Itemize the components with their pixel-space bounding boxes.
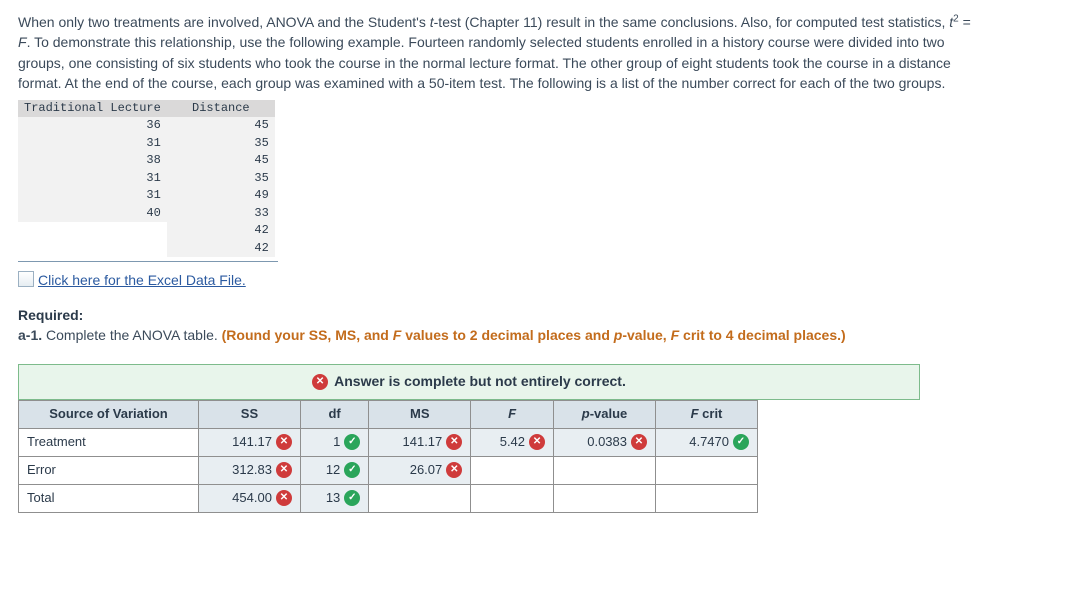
cross-icon: ✕ [276,462,292,478]
cell-value: 312.83 [232,461,272,480]
data-cell: 49 [167,187,275,205]
anova-cell[interactable]: 13✓ [300,484,368,512]
col-f: F [471,400,554,428]
part-instruction: a-1. Complete the ANOVA table. (Round yo… [18,325,1048,345]
col-fcrit: F crit [656,400,758,428]
problem-text: When only two treatments are involved, A… [18,12,978,94]
check-icon: ✓ [733,434,749,450]
empty-cell [369,484,471,512]
col-pvalue: p-value [554,400,656,428]
anova-cell[interactable]: 141.17✕ [198,428,300,456]
col-ss: SS [198,400,300,428]
data-cell: 38 [18,152,167,170]
table-row: Error312.83✕12✓26.07✕ [19,456,758,484]
alert-icon: ✕ [312,374,328,390]
data-cell: 31 [18,170,167,188]
data-cell: 35 [167,135,275,153]
cross-icon: ✕ [529,434,545,450]
cell-value: 12 [326,461,340,480]
data-cell: 45 [167,152,275,170]
check-icon: ✓ [344,462,360,478]
data-cell: 45 [167,117,275,135]
empty-cell [656,484,758,512]
anova-cell[interactable]: 141.17✕ [369,428,471,456]
check-icon: ✓ [344,490,360,506]
data-cell: 35 [167,170,275,188]
empty-cell [471,484,554,512]
check-icon: ✓ [344,434,360,450]
cell-value: 454.00 [232,489,272,508]
cell-value: 5.42 [500,433,525,452]
file-icon [18,271,34,287]
anova-table: Source of Variation SS df MS F p-value F… [18,400,758,513]
data-cell [18,222,167,240]
cell-value: 141.17 [403,433,443,452]
data-header-distance: Distance [167,100,275,118]
anova-cell[interactable]: 454.00✕ [198,484,300,512]
anova-cell[interactable]: 12✓ [300,456,368,484]
data-cell: 31 [18,135,167,153]
anova-cell[interactable]: 5.42✕ [471,428,554,456]
cell-value: 26.07 [410,461,443,480]
cell-value: 1 [333,433,340,452]
anova-cell[interactable]: 312.83✕ [198,456,300,484]
excel-file-link[interactable]: Click here for the Excel Data File. [18,272,246,288]
table-row: Total454.00✕13✓ [19,484,758,512]
empty-cell [554,456,656,484]
anova-cell[interactable]: 1✓ [300,428,368,456]
data-cell: 36 [18,117,167,135]
data-cell: 40 [18,205,167,223]
feedback-text: Answer is complete but not entirely corr… [334,371,626,391]
required-label: Required: [18,305,1048,325]
col-df: df [300,400,368,428]
col-source: Source of Variation [19,400,199,428]
data-cell: 33 [167,205,275,223]
anova-cell[interactable]: 26.07✕ [369,456,471,484]
table-row: Treatment141.17✕1✓141.17✕5.42✕0.0383✕4.7… [19,428,758,456]
data-cell: 42 [167,240,275,258]
cell-value: 4.7470 [689,433,729,452]
data-cell: 31 [18,187,167,205]
data-header-traditional: Traditional Lecture [18,100,167,118]
empty-cell [656,456,758,484]
cross-icon: ✕ [276,434,292,450]
cross-icon: ✕ [446,462,462,478]
col-ms: MS [369,400,471,428]
row-label: Error [19,456,199,484]
data-divider [18,261,278,262]
anova-cell[interactable]: 4.7470✓ [656,428,758,456]
cross-icon: ✕ [446,434,462,450]
anova-cell[interactable]: 0.0383✕ [554,428,656,456]
cross-icon: ✕ [276,490,292,506]
row-label: Treatment [19,428,199,456]
data-table: Traditional Lecture Distance 36453135384… [18,100,275,258]
data-cell: 42 [167,222,275,240]
feedback-bar: ✕ Answer is complete but not entirely co… [18,364,920,400]
cell-value: 0.0383 [587,433,627,452]
cross-icon: ✕ [631,434,647,450]
data-cell [18,240,167,258]
cell-value: 13 [326,489,340,508]
row-label: Total [19,484,199,512]
empty-cell [554,484,656,512]
cell-value: 141.17 [232,433,272,452]
empty-cell [471,456,554,484]
